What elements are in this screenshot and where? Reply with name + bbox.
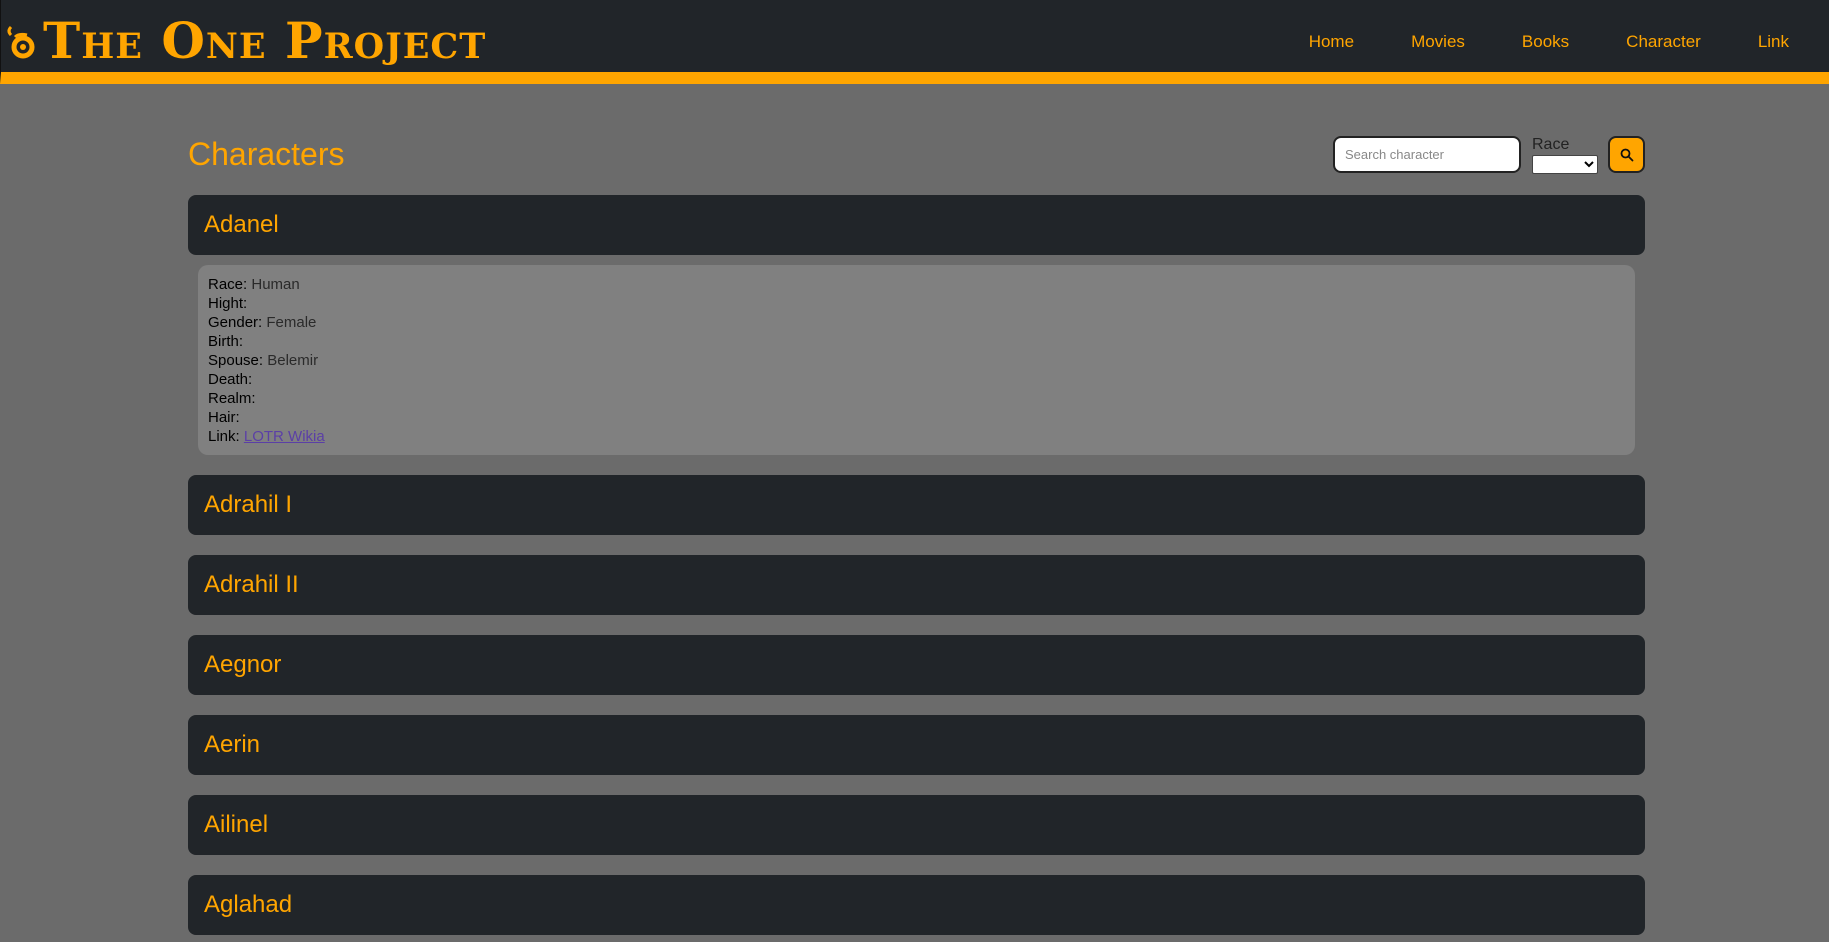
character-card-aglahad[interactable]: Aglahad [188,875,1645,935]
ring-swirl-icon [7,25,35,59]
character-name: Aglahad [204,891,293,918]
nav-link[interactable]: Link [1758,32,1789,52]
detail-link: Link: LOTR Wikia [208,428,325,445]
main-content: Characters Race Adanel Race: Human Hight… [188,130,1645,935]
main-nav: Home Movies Books Character Link [1309,0,1829,84]
race-label: Race [1532,136,1570,153]
detail-spouse: Spouse: Belemir [208,352,319,369]
character-card-adrahil-i[interactable]: Adrahil I [188,475,1645,535]
character-card-ailinel[interactable]: Ailinel [188,795,1645,855]
character-name: Adrahil II [204,571,299,598]
detail-hight: Hight: [208,295,248,312]
detail-gender: Gender: Female [208,314,317,331]
brand-logo[interactable]: The One Project [5,12,486,70]
race-select[interactable] [1532,154,1598,174]
site-header: The One Project Home Movies Books Charac… [0,0,1829,84]
character-name: Adrahil I [204,491,293,518]
character-card-adrahil-ii[interactable]: Adrahil II [188,555,1645,615]
brand-title: The One Project [43,11,487,70]
character-list: Adanel Race: Human Hight: Gender: Female… [188,195,1645,942]
character-card-adanel[interactable]: Adanel [188,195,1645,255]
nav-books[interactable]: Books [1522,32,1569,52]
search-icon [1620,148,1633,161]
character-card-aerin[interactable]: Aerin [188,715,1645,775]
detail-hair: Hair: [208,409,240,426]
detail-death: Death: [208,371,253,388]
page-title: Characters [188,136,345,172]
nav-movies[interactable]: Movies [1411,32,1465,52]
character-name: Aegnor [204,651,282,678]
nav-character[interactable]: Character [1626,32,1701,52]
nav-home[interactable]: Home [1309,32,1354,52]
race-filter: Race [1532,136,1598,174]
character-details: Race: Human Hight: Gender: Female Birth:… [198,265,1635,455]
search-button[interactable] [1608,136,1645,173]
detail-race: Race: Human [208,276,300,293]
character-name: Adanel [204,211,279,238]
character-name: Ailinel [204,811,269,838]
character-name: Aerin [204,731,261,758]
wikia-link[interactable]: LOTR Wikia [244,428,325,445]
title-row: Characters Race [188,130,1645,178]
character-card-aegnor[interactable]: Aegnor [188,635,1645,695]
search-input[interactable] [1333,136,1521,173]
detail-realm: Realm: [208,390,256,407]
detail-birth: Birth: [208,333,244,350]
